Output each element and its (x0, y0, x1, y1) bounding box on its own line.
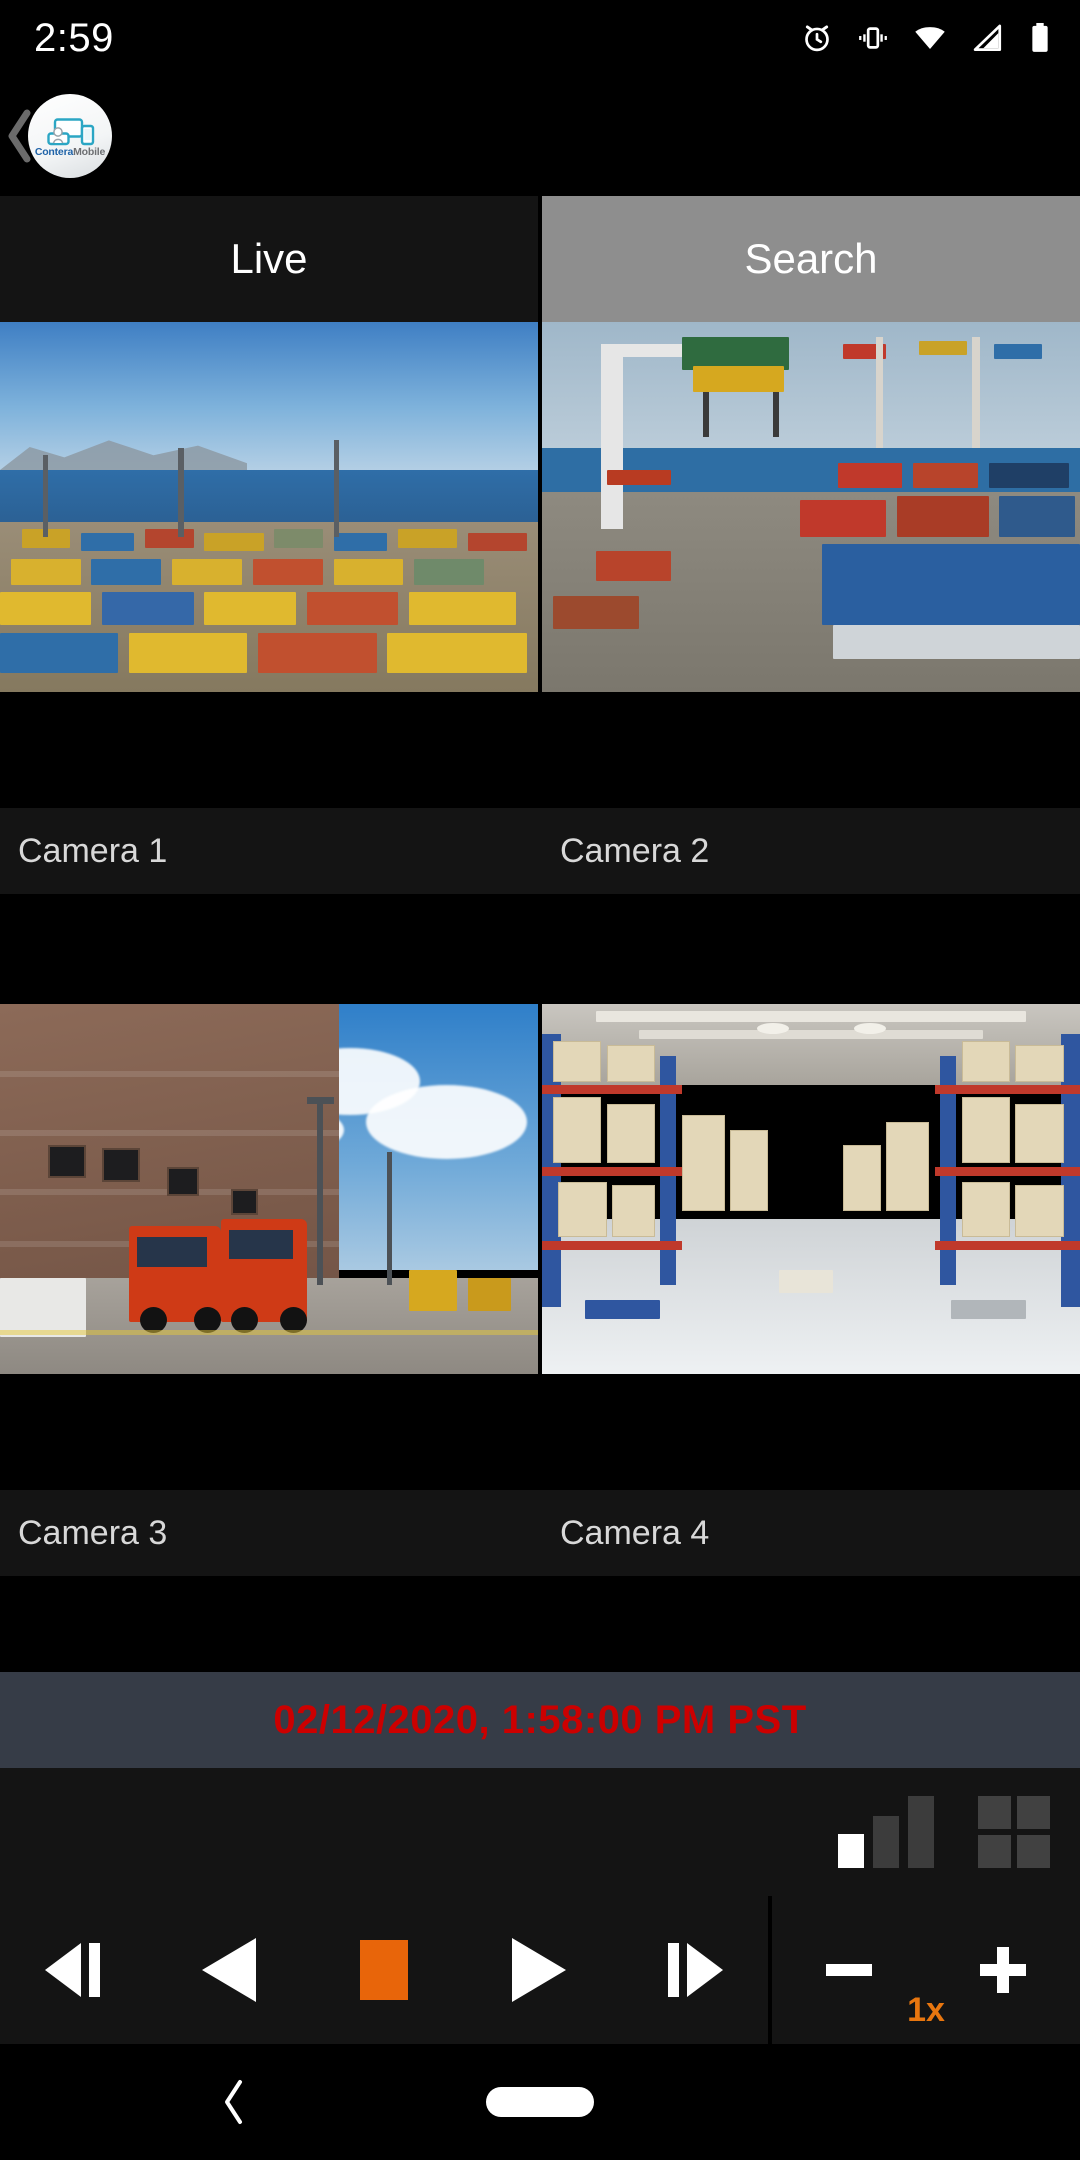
tab-search-label: Search (744, 235, 878, 282)
cellular-signal-icon (973, 24, 1002, 51)
camera-2-video-feed (542, 322, 1080, 692)
grid-cell (978, 1835, 1011, 1868)
tab-search[interactable]: Search (542, 196, 1080, 322)
play-icon (511, 1938, 566, 2002)
stream-toolbar (0, 1768, 1080, 1896)
camera-label-row-1: Camera 1 Camera 2 (0, 808, 1080, 894)
monitor-person-icon (47, 118, 95, 146)
playback-control-bar: 1x (0, 1896, 1080, 2044)
grid-cell (1017, 1835, 1050, 1868)
app-logo[interactable]: ConteraMobile (28, 94, 112, 178)
camera-tile-1[interactable] (0, 322, 538, 692)
play-button[interactable] (468, 1896, 608, 2044)
camera-3-label: Camera 3 (18, 1513, 168, 1552)
camera-4-label: Camera 4 (560, 1513, 710, 1552)
signal-strength-icon[interactable] (838, 1796, 934, 1868)
camera-3-video-feed (0, 1004, 538, 1374)
tab-live[interactable]: Live (0, 196, 538, 322)
rewind-icon (202, 1938, 257, 2002)
camera-row-1: Camera 1 Camera 2 (0, 322, 1080, 894)
camera-grid-row-spacer (0, 894, 1080, 1004)
nav-back-icon[interactable] (218, 2078, 248, 2126)
android-nav-bar (0, 2044, 1080, 2160)
camera-label-row-2: Camera 3 Camera 4 (0, 1490, 1080, 1576)
zoom-level-label: 1x (907, 1991, 945, 2029)
camera-video-row-2 (0, 1004, 1080, 1374)
camera-tile-3[interactable] (0, 1004, 538, 1374)
app-window: 2:59 ConteraMobile Live Search Camera 1 … (0, 0, 1080, 2160)
wifi-icon (915, 27, 945, 50)
step-backward-icon (44, 1943, 100, 1997)
tab-live-label: Live (230, 235, 308, 282)
vibrate-icon (859, 27, 887, 49)
camera-row-1-gap (0, 692, 1080, 808)
camera-tile-2[interactable] (542, 322, 1080, 692)
status-icon-group (800, 21, 1054, 55)
grid-cell (978, 1796, 1011, 1829)
app-logo-text: ConteraMobile (34, 146, 106, 158)
app-bar: ConteraMobile (0, 76, 1080, 196)
grid-layout-2x2-icon[interactable] (978, 1796, 1050, 1868)
rewind-button[interactable] (160, 1896, 300, 2044)
main-tab-bar: Live Search (0, 196, 1080, 322)
zoom-control: 1x (772, 1896, 1080, 2044)
camera-1-label: Camera 1 (18, 831, 168, 870)
camera-grid: Camera 1 Camera 2 Camera 3 Camera 4 (0, 322, 1080, 1672)
playback-timestamp: 02/12/2020, 1:58:00 PM PST (273, 1697, 807, 1742)
camera-4-video-feed (542, 1004, 1080, 1374)
nav-home-pill-icon[interactable] (486, 2087, 594, 2117)
status-clock: 2:59 (34, 15, 114, 60)
step-forward-button[interactable] (621, 1896, 761, 2044)
step-backward-button[interactable] (7, 1896, 147, 2044)
camera-tile-4[interactable] (542, 1004, 1080, 1374)
camera-1-video-feed (0, 322, 538, 692)
alarm-icon (805, 25, 829, 52)
stop-button[interactable] (314, 1896, 454, 2044)
timestamp-bar: 02/12/2020, 1:58:00 PM PST (0, 1672, 1080, 1768)
transport-controls (0, 1896, 768, 2044)
grid-cell (1017, 1796, 1050, 1829)
camera-video-row-1 (0, 322, 1080, 692)
camera-row-2-gap (0, 1374, 1080, 1490)
camera-2-label: Camera 2 (560, 831, 710, 870)
logo-brand-primary: Contera (34, 146, 74, 158)
logo-brand-secondary: Mobile (73, 146, 106, 158)
stop-square-icon (359, 1940, 408, 2000)
battery-icon (1032, 22, 1048, 52)
step-forward-icon (668, 1943, 724, 1997)
camera-row-2: Camera 3 Camera 4 (0, 1004, 1080, 1576)
status-bar: 2:59 (0, 0, 1080, 76)
